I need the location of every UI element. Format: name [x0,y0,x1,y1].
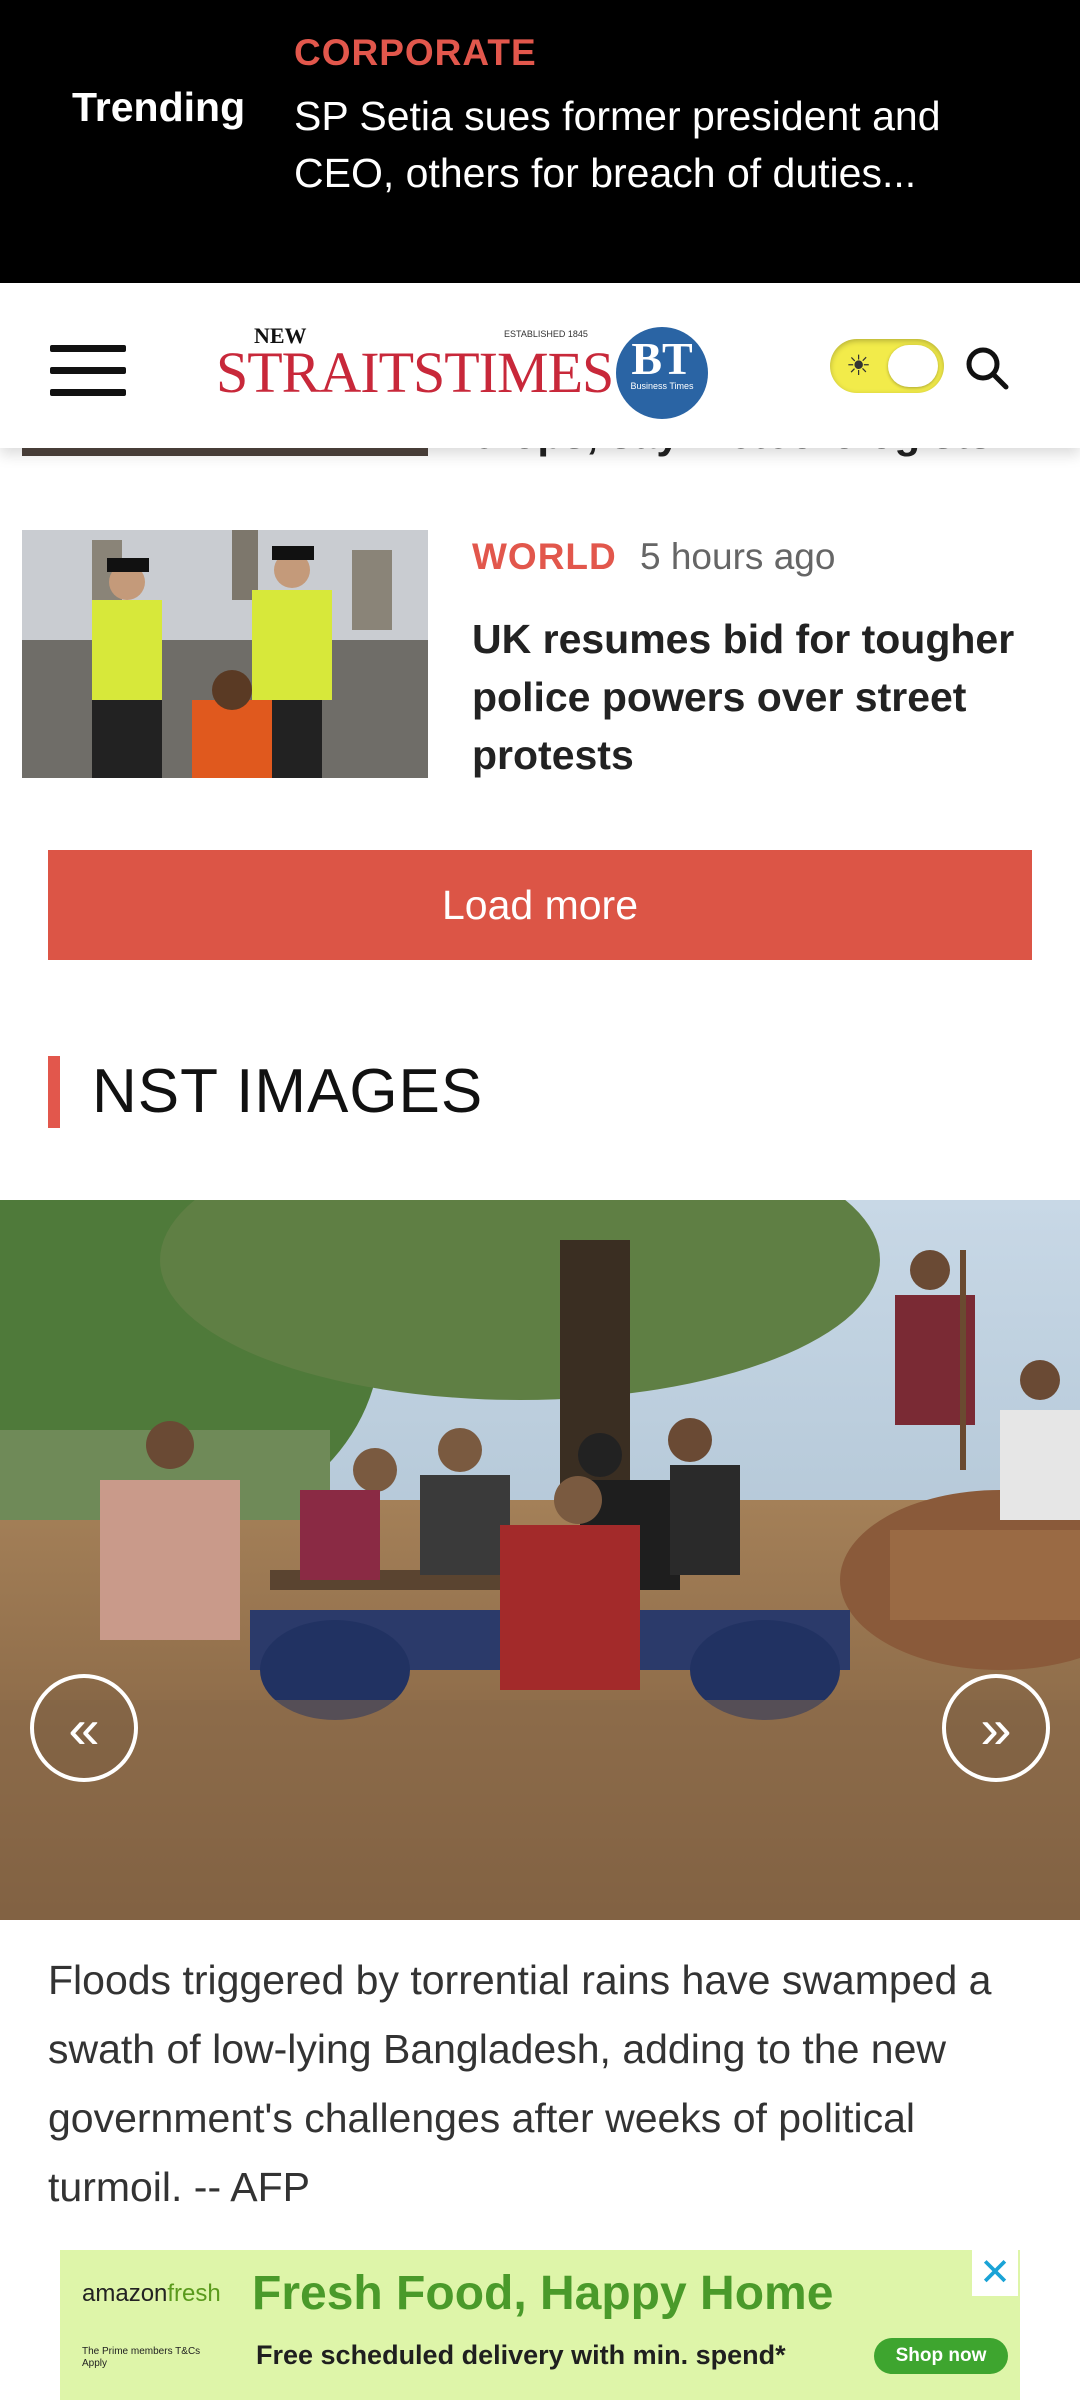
logo-established-text: ESTABLISHED 1845 [504,329,588,339]
ad-close-icon[interactable]: ✕ [972,2250,1018,2296]
section-title: NST IMAGES [92,1057,484,1126]
gallery-next-button[interactable]: » [942,1674,1050,1782]
ad-subtitle: Free scheduled delivery with min. spend* [256,2340,786,2370]
article-category[interactable]: WORLD [472,536,617,578]
trending-headline[interactable]: SP Setia sues former president and CEO, … [294,88,1014,202]
logo-main-text: STRAITSTIMES [216,340,614,405]
toggle-knob [888,345,938,387]
site-logo[interactable]: NEW ESTABLISHED 1845 STRAITSTIMES BT Bus… [216,323,716,423]
article-title[interactable]: UK resumes bid for tougher police powers… [472,610,1052,784]
load-more-button[interactable]: Load more [48,850,1032,960]
advertisement-banner[interactable]: amazonfresh The Prime members T&Cs Apply… [60,2250,1020,2400]
sun-icon: ☀ [846,350,872,381]
business-times-badge[interactable]: BT Business Times [616,327,708,419]
trending-category[interactable]: CORPORATE [294,32,537,74]
ad-brand-amazon: amazon [82,2280,168,2307]
ad-small-print: The Prime members T&Cs Apply [82,2346,201,2369]
search-icon[interactable] [962,343,1012,393]
ad-brand-logo: amazonfresh [82,2280,221,2308]
trending-bar[interactable]: Trending CORPORATE SP Setia sues former … [0,0,1080,283]
section-accent-bar [48,1056,60,1128]
ad-brand-fresh: fresh [167,2280,221,2307]
gallery-caption: Floods triggered by torrential rains hav… [48,1957,992,2210]
article-timestamp: 5 hours ago [640,536,836,577]
ad-shop-now-button[interactable]: Shop now [874,2338,1008,2374]
article-thumbnail[interactable] [22,530,428,778]
theme-toggle[interactable]: ☀ [830,339,944,393]
gallery-photo [0,1200,1080,1920]
trending-label: Trending [72,84,246,130]
bt-badge-subtext: Business Times [630,381,694,391]
hamburger-menu-icon[interactable] [50,345,126,397]
site-header: NEW ESTABLISHED 1845 STRAITSTIMES BT Bus… [0,283,1080,448]
gallery-prev-button[interactable]: « [30,1674,138,1782]
ad-title: Fresh Food, Happy Home [252,2267,834,2320]
image-gallery[interactable]: « » [0,1200,1080,1920]
